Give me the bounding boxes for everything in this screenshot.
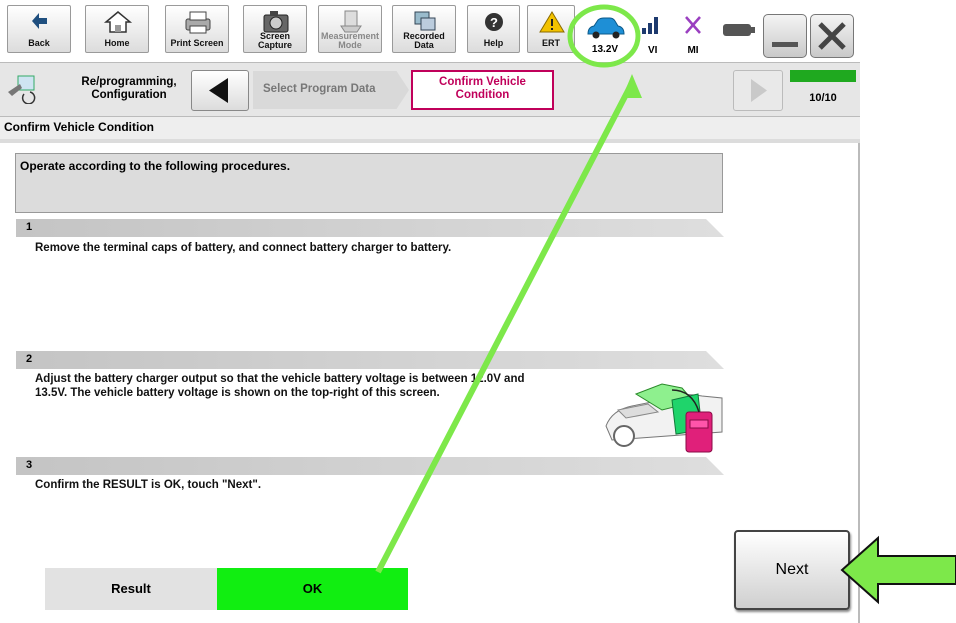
close-icon xyxy=(818,22,846,50)
progress-count: 10/10 xyxy=(809,92,837,104)
next-button-label: Next xyxy=(775,561,809,578)
section-title: Re/programming, Configuration xyxy=(81,76,177,101)
close-button[interactable] xyxy=(810,14,854,58)
step-3-bar: 3 xyxy=(16,457,724,475)
mi-indicator: MI xyxy=(678,14,708,58)
page-title: Confirm Vehicle Condition xyxy=(4,120,155,134)
home-button[interactable]: Home xyxy=(85,5,149,53)
step-select-program-data-label: Select Program Data xyxy=(263,83,376,95)
voltage-value: 13.2V xyxy=(591,44,619,55)
screen-capture-label: Screen Capture xyxy=(257,31,292,50)
print-screen-label: Print Screen xyxy=(170,38,224,48)
battery-voltage-indicator: 13.2V xyxy=(580,10,630,58)
step-1-bar: 1 xyxy=(16,219,724,237)
instructions-header: Operate according to the following proce… xyxy=(20,159,291,173)
home-label: Home xyxy=(104,38,130,48)
help-button[interactable]: ? Help xyxy=(467,5,520,53)
breadcrumb-back-button[interactable] xyxy=(191,70,249,111)
step-3-text: Confirm the RESULT is OK, touch "Next". xyxy=(35,479,262,491)
screen-capture-button[interactable]: Screen Capture xyxy=(243,5,307,53)
step-2-text-line2: 13.5V. The vehicle battery voltage is sh… xyxy=(35,387,440,399)
ert-button[interactable]: ERT xyxy=(527,5,575,53)
step-1-number: 1 xyxy=(26,221,33,233)
warning-icon xyxy=(528,10,574,34)
progress-fill xyxy=(790,70,856,82)
battery-charger-illustration xyxy=(605,383,723,453)
recorded-data-button[interactable]: Recorded Data xyxy=(392,5,456,53)
instructions-header-box: Operate according to the following proce… xyxy=(15,153,723,213)
step-3-number: 3 xyxy=(26,459,33,471)
step-2-text-line1: Adjust the battery charger output so tha… xyxy=(35,373,525,385)
next-button[interactable]: Next xyxy=(734,530,850,610)
vi-label: VI xyxy=(648,45,658,56)
step-select-program-data: Select Program Data xyxy=(253,71,409,109)
step-confirm-vehicle-condition: Confirm Vehicle Condition xyxy=(411,70,554,110)
car-icon xyxy=(587,17,625,39)
minimize-button[interactable] xyxy=(763,14,807,58)
reprogramming-icon xyxy=(8,75,36,104)
progress-bar xyxy=(790,70,856,82)
back-button[interactable]: Back xyxy=(7,5,71,53)
step-2-number: 2 xyxy=(26,353,33,365)
home-icon xyxy=(86,10,148,34)
step-confirm-vehicle-condition-label: Confirm Vehicle Condition xyxy=(439,76,526,101)
printer-icon xyxy=(166,10,228,34)
triangle-right-icon xyxy=(751,79,767,102)
disconnected-x-icon xyxy=(685,16,701,34)
measurement-mode-label: Measurement Mode xyxy=(320,31,380,50)
svg-text:?: ? xyxy=(490,15,498,30)
vi-indicator: VI xyxy=(640,14,670,58)
result-value-cell: OK xyxy=(217,568,408,610)
result-label-cell: Result xyxy=(45,568,217,610)
breadcrumb-forward-button[interactable] xyxy=(733,70,783,111)
recorded-data-label: Recorded Data xyxy=(403,31,445,50)
help-label: Help xyxy=(483,38,504,48)
step-2-bar: 2 xyxy=(16,351,724,369)
back-arrow-icon xyxy=(8,10,70,34)
result-value: OK xyxy=(302,581,323,596)
ert-label: ERT xyxy=(542,38,560,48)
triangle-left-icon xyxy=(209,78,228,103)
print-screen-button[interactable]: Print Screen xyxy=(165,5,229,53)
result-label: Result xyxy=(111,581,151,596)
help-icon: ? xyxy=(468,10,519,34)
mi-label: MI xyxy=(687,45,699,56)
step-1-text: Remove the terminal caps of battery, and… xyxy=(35,242,452,254)
signal-icon xyxy=(642,17,658,34)
battery-icon xyxy=(723,24,755,36)
measurement-mode-button[interactable]: Measurement Mode xyxy=(318,5,382,53)
back-label: Back xyxy=(28,38,50,48)
minimize-icon xyxy=(772,42,798,47)
